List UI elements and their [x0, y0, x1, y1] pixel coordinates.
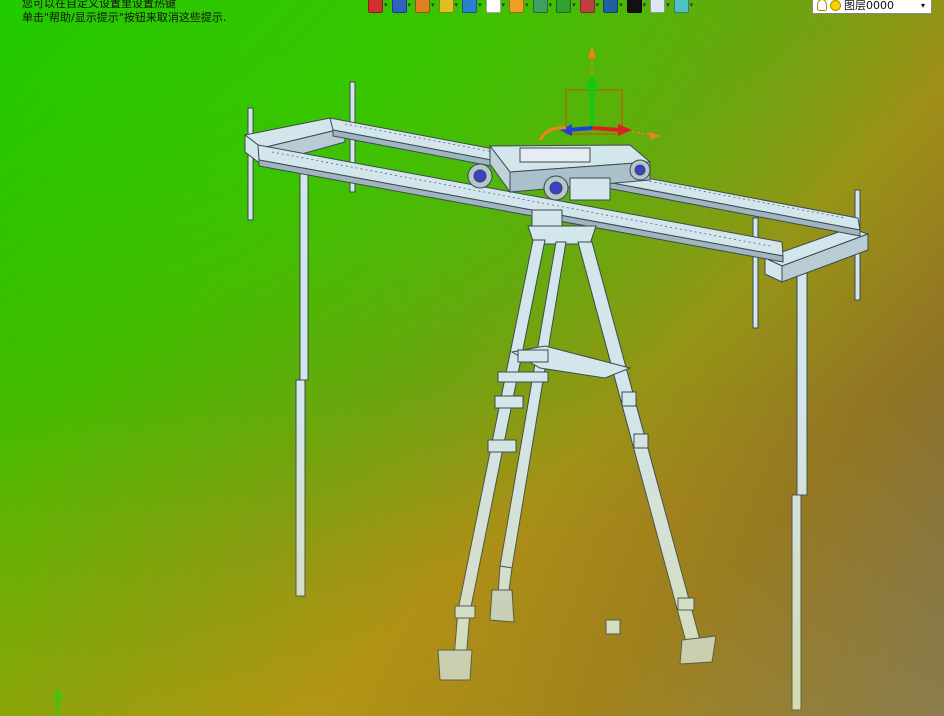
support-pole-right-front: [752, 217, 808, 711]
support-pole-left-front: [247, 107, 309, 597]
axis-triad: [538, 46, 661, 141]
graphics-viewport[interactable]: 您可以在自定义设置里设置热键 单击"帮助/显示提示"按钮来取消这些提示. ▾ ▾ ▾…: [0, 0, 944, 716]
origin-axis-icon: [52, 688, 64, 716]
gantry-tripod-model[interactable]: [0, 0, 944, 716]
tripod-leg-right: [577, 241, 717, 665]
